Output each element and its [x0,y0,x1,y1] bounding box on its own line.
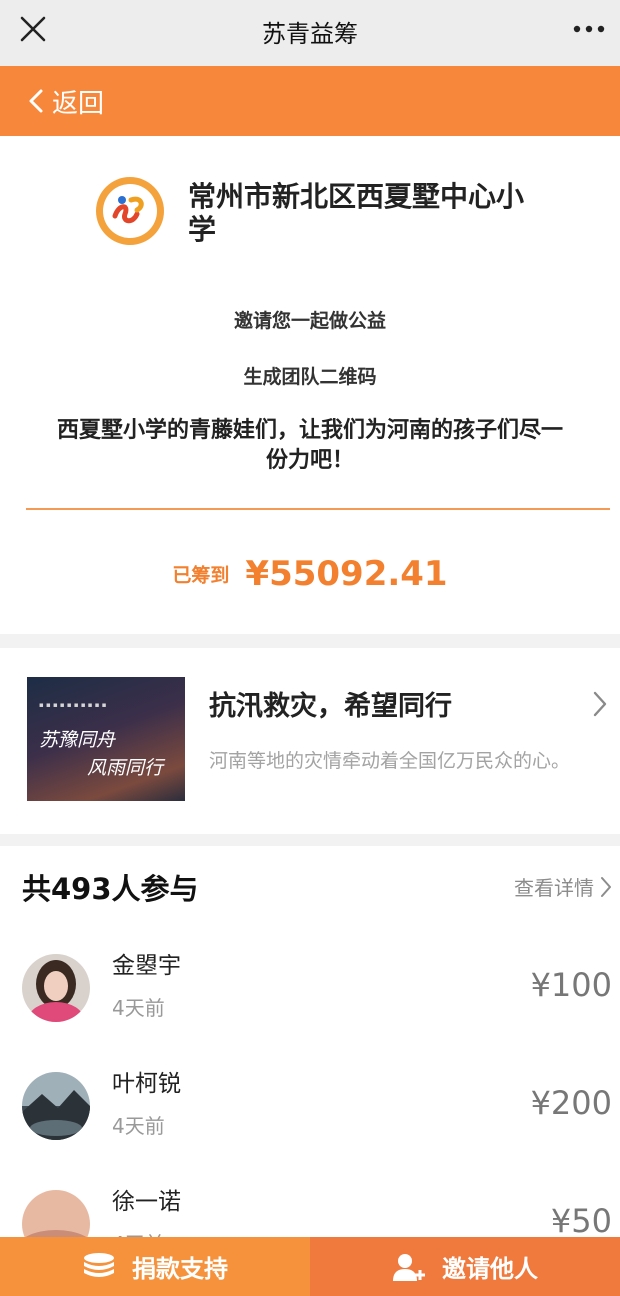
participant-row: 叶柯锐 4天前 ¥200 [0,1064,620,1182]
avatar [22,1072,90,1140]
participant-row: 金曌宇 4天前 ¥100 [0,946,620,1064]
banner-decoration: ▪ ▪ ▪ ▪ ▪ ▪ ▪ ▪ ▪ ▪ [39,701,107,709]
project-description: 河南等地的灾情牵动着全国亿万民众的心。 [209,750,571,772]
coins-icon [84,1252,114,1277]
chevron-right-icon [601,876,611,897]
project-card[interactable]: ▪ ▪ ▪ ▪ ▪ ▪ ▪ ▪ ▪ ▪ 苏豫同舟 风雨同行 抗汛救灾，希望同行 … [0,648,620,834]
view-details-link[interactable]: 查看详情 [514,872,612,901]
organization-name: 常州市新北区西夏墅中心小学 [188,180,525,246]
school-logo [95,176,165,246]
participant-name: 金曌宇 [112,953,181,979]
more-icon[interactable] [572,16,606,42]
participant-name: 叶柯锐 [112,1071,181,1097]
view-details-label: 查看详情 [514,876,594,900]
invite-others-button[interactable]: 邀请他人 [310,1237,620,1296]
raised-amount: ¥55092.41 [245,554,448,594]
team-card: 常州市新北区西夏墅中心小学 邀请您一起做公益 生成团队二维码 西夏墅小学的青藤娃… [0,136,620,634]
avatar [22,954,90,1022]
back-label: 返回 [52,88,105,119]
project-title: 抗汛救灾，希望同行 [209,691,452,722]
participant-amount: ¥200 [530,1084,612,1122]
participants-section: 共493人参与 查看详情 金曌宇 4天前 ¥100 叶柯锐 4天前 ¥200 徐… [0,846,620,1296]
top-navigation-bar: 苏青益筹 [0,0,620,66]
page-title: 苏青益筹 [262,20,358,48]
invite-text[interactable]: 邀请您一起做公益 [0,306,620,333]
chevron-left-icon [29,89,43,113]
back-button[interactable]: 返回 [28,83,104,119]
participant-time: 4天前 [112,996,165,1020]
donate-button[interactable]: 捐款支持 [0,1237,310,1296]
participant-time: 4天前 [112,1114,165,1138]
invite-others-label: 邀请他人 [442,1255,538,1283]
participants-count: 共493人参与 [22,872,199,906]
participant-name: 徐一诺 [112,1189,181,1215]
chevron-right-icon [592,690,608,722]
banner-line-2: 风雨同行 [87,757,164,779]
participant-amount: ¥100 [530,966,612,1004]
participant-amount: ¥50 [550,1202,612,1240]
bottom-action-bar: 捐款支持 邀请他人 [0,1237,620,1296]
project-banner-image: ▪ ▪ ▪ ▪ ▪ ▪ ▪ ▪ ▪ ▪ 苏豫同舟 风雨同行 [27,677,185,801]
donate-label: 捐款支持 [132,1255,228,1283]
generate-qrcode-link[interactable]: 生成团队二维码 [0,362,620,389]
team-slogan: 西夏墅小学的青藤娃们，让我们为河南的孩子们尽一份力吧！ [56,418,563,473]
back-bar: 返回 [0,66,620,136]
banner-line-1: 苏豫同舟 [39,729,116,751]
raised-summary: 已筹到 ¥55092.41 [0,554,620,594]
add-user-icon [393,1253,425,1281]
divider [26,508,610,510]
raised-label: 已筹到 [172,564,230,587]
